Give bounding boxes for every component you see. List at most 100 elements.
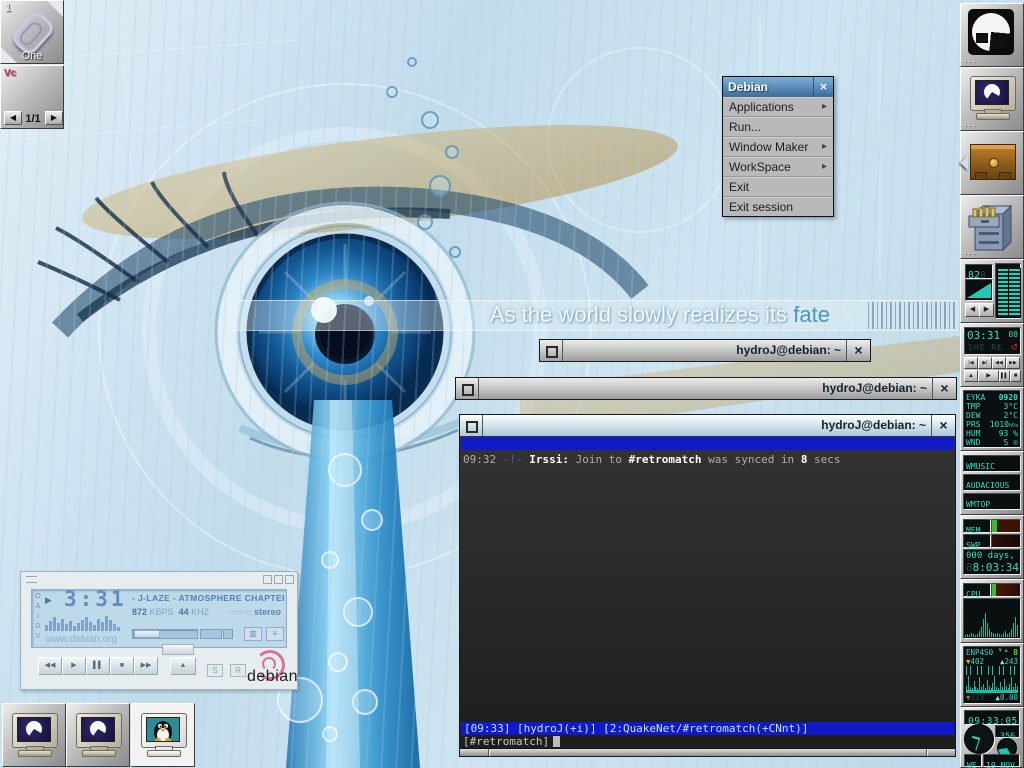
miniaturize-icon[interactable] [540,340,563,361]
next-button[interactable]: ▶▶ [134,657,158,675]
window-resize-bar[interactable] [460,748,955,756]
cpu-load-bar [991,583,1021,597]
cpu-graph-panel [963,598,1021,639]
launcher-audacious[interactable]: AUDACIOUS [963,474,1021,491]
player-titlebar[interactable] [21,572,297,585]
pager-indicator: 1/1 [23,113,43,125]
dock-tile-cpu[interactable]: CPU [960,579,1024,643]
drawer-collapse-icon[interactable] [960,156,968,170]
window-title[interactable]: hydroJ@debian: ~ [563,340,846,361]
seek-thumb[interactable] [134,630,160,638]
updown-arrows-icon: ▼▲ [997,648,1009,657]
tux-penguin-icon [147,718,179,741]
menu-item-exit[interactable]: Exit [723,177,833,197]
mixer-volume-shape[interactable] [965,279,993,301]
dock-tile-cdplayer[interactable]: 03:31 08 SHE RE ↺ |◀ ▶| ◀◀ ▶▶ ▲ ▶ ▌▌ ■ [960,323,1024,387]
barcode-graphic [868,302,956,329]
appicon-xterm-1[interactable] [2,703,66,767]
shade-icon[interactable] [274,575,283,584]
mixer-prev-button[interactable]: ◀ [965,303,980,317]
player-shade-button[interactable] [162,644,194,655]
dock-tile-mixer[interactable]: 828 ◀ ▶ [960,259,1024,323]
workspace-clip[interactable]: 1 One [0,0,64,64]
player-display: OA ID V ▶ 3:31 www.debian.org - J-LAZE -… [31,589,287,648]
appicon-xterm-2[interactable] [66,703,130,767]
running-indicator-dots: ··· [964,58,976,64]
stop-button[interactable]: ■ [110,657,134,675]
cd-rewind-button[interactable]: ◀◀ [992,357,1006,369]
cd-lcd-display: 03:31 08 SHE RE ↺ [964,327,1021,355]
dock-tile-wmaker[interactable]: ··· [960,3,1024,67]
volume-slider[interactable] [223,629,233,639]
launcher-wmusic[interactable]: WMUSIC [963,455,1021,472]
close-icon[interactable]: × [932,378,956,399]
dock-tile-clock[interactable]: 09:33:05 356 WE 19 NOV [960,707,1024,768]
weather-row-prs: PRS1010hPa [964,420,1020,429]
repeat-button[interactable]: R [230,664,246,677]
window-title[interactable]: hydroJ@debian: ~ [479,378,932,399]
previous-button[interactable]: ◀◀ [38,657,62,675]
mixer-vu-meters [995,263,1021,319]
playlist-button[interactable]: ≡ [266,627,284,641]
close-icon[interactable]: × [931,415,955,436]
player-time: 3:31 [64,587,127,611]
weather-row-hum: HUM93 % [964,429,1020,438]
dock-tile-filemanager[interactable]: ··· [960,195,1024,259]
cd-play-button[interactable]: ▶ [978,370,999,382]
cd-eject-button[interactable]: ▲ [964,370,978,382]
close-icon[interactable]: × [813,77,833,97]
network-lcd: ENP4S0 ▼▲ 8 ▼402 ▲243 ▼323 ▲0.00 [963,646,1021,704]
wallpaper-tagline-band: As the world slowly realizes its fate [228,300,958,331]
menu-item-run[interactable]: Run... [723,117,833,137]
menu-item-workspace[interactable]: WorkSpace ▸ [723,157,833,177]
date-lcd: 19 NOV [983,754,1020,767]
cpu-label-lcd: CPU [963,583,991,597]
cd-pause-button[interactable]: ▌▌ [999,370,1010,382]
pager-tile[interactable]: Vc ◀ 1/1 ▶ [0,65,64,129]
seek-slider[interactable] [132,629,198,639]
cd-forward-button[interactable]: ▶▶ [1006,357,1020,369]
dock-tile-network[interactable]: ENP4S0 ▼▲ 8 ▼402 ▲243 ▼323 ▲0.00 [960,643,1024,707]
cd-stop-button[interactable]: ■ [1010,370,1021,382]
appicon-penguin-app[interactable] [131,703,195,767]
running-indicator-dots: ··· [964,250,976,256]
pager-next-button[interactable]: ▶ [45,111,63,125]
miniaturize-icon[interactable] [456,378,479,399]
terminal-content[interactable]: 09:32 -!- Irssi: Join to #retromatch was… [460,436,955,756]
root-menu-titlebar[interactable]: Debian × [723,77,833,97]
minimize-icon[interactable] [263,575,272,584]
player-clutterbar[interactable]: OA ID V [34,592,42,642]
launcher-wmtop[interactable]: WMTOP [963,493,1021,510]
menu-item-window-maker[interactable]: Window Maker ▸ [723,137,833,157]
cd-next-track-button[interactable]: ▶| [978,357,992,369]
pager-prev-button[interactable]: ◀ [4,111,22,125]
balance-slider[interactable] [200,629,222,639]
audio-player-window: OA ID V ▶ 3:31 www.debian.org - J-LAZE -… [20,571,298,690]
player-menu-icon[interactable] [26,576,37,583]
network-history-graph [966,676,1018,690]
shuffle-button[interactable]: S [207,664,223,677]
workspace-name: One [1,50,63,62]
menu-item-exit-session[interactable]: Exit session [723,197,833,216]
close-icon[interactable]: × [846,340,870,361]
dock-tile-sysmon[interactable]: MEM SWP 000 days, 88:03:34 [960,515,1024,579]
clip-next-arrow[interactable] [47,1,63,17]
cd-prev-track-button[interactable]: |◀ [964,357,978,369]
spectrum-analyzer [45,614,123,631]
wallpaper-tagline: As the world slowly realizes its fate [490,302,830,328]
eject-button[interactable]: ▲ [170,657,196,675]
close-icon[interactable] [285,575,294,584]
dock-tile-weather[interactable]: EYKA0920 TMP3°C DEW2°C PRS1010hPa HUM93 … [960,387,1024,451]
mixer-next-button[interactable]: ▶ [979,303,994,317]
play-button[interactable]: ▶ [62,657,86,675]
pause-button[interactable]: ▌▌ [86,657,110,675]
workspace-number: 1 [5,2,11,14]
menu-item-applications[interactable]: Applications ▸ [723,97,833,117]
dock-tile-drawer[interactable] [960,131,1024,195]
terminal-window-title[interactable]: hydroJ@debian: ~ [483,415,931,436]
dock-tile-xterm[interactable]: ··· [960,67,1024,131]
equalizer-button[interactable]: ▥ [244,627,262,641]
miniaturize-icon[interactable] [460,415,483,436]
irssi-input-line[interactable]: [#retromatch] [463,735,560,748]
submenu-arrow-icon: ▸ [822,158,827,176]
